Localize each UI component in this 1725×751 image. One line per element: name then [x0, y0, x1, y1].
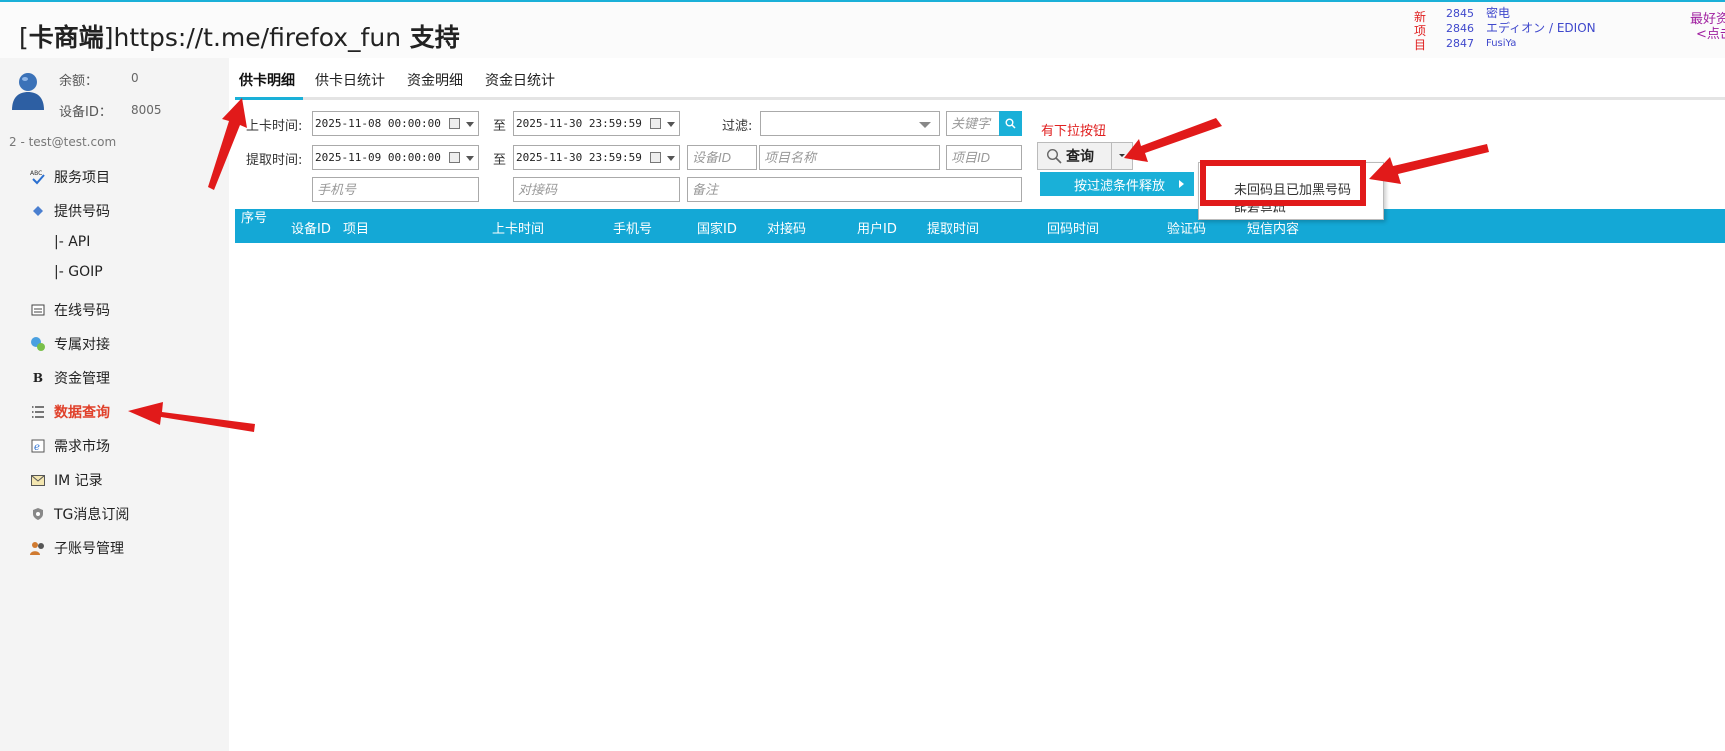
- tab-card-daily-stats[interactable]: 供卡日统计: [315, 70, 385, 90]
- project-name-input[interactable]: [759, 145, 940, 170]
- query-button[interactable]: 查询: [1038, 143, 1113, 169]
- dock-code-input[interactable]: [513, 177, 680, 202]
- column-header[interactable]: 用户ID: [857, 218, 897, 237]
- column-header[interactable]: 提取时间: [927, 218, 979, 237]
- calendar-icon[interactable]: [650, 152, 661, 163]
- brand-name: 卡商端: [28, 23, 104, 52]
- window-icon: [30, 302, 46, 318]
- tab-fund-daily-stats[interactable]: 资金日统计: [485, 70, 555, 90]
- device-label: 设备ID：: [59, 105, 112, 120]
- chevron-down-icon[interactable]: [466, 122, 474, 127]
- filter-select[interactable]: [760, 111, 940, 136]
- upload-time-from-input[interactable]: 2025-11-08 00:00:00: [312, 111, 479, 136]
- page-header: [卡商端]https://t.me/firefox_fun 支持 新项目 284…: [0, 2, 1725, 58]
- site-title: [卡商端]https://t.me/firefox_fun 支持: [19, 23, 460, 52]
- sidebar-item-demand-market[interactable]: e 需求市场: [30, 434, 110, 458]
- balance-value: 0: [131, 71, 139, 85]
- highlight-box-annotation: [1200, 160, 1366, 206]
- search-icon: [1046, 148, 1062, 164]
- tab-bar: 供卡明细 供卡日统计 资金明细 资金日统计: [235, 58, 1725, 100]
- new-project-item[interactable]: 2847 FusiYa: [1446, 36, 1596, 51]
- dropdown-annotation-note: 有下拉按钮: [1041, 124, 1107, 139]
- column-header[interactable]: 设备ID: [291, 218, 331, 237]
- sidebar-item-tg-subscription[interactable]: TG消息订阅: [30, 502, 129, 526]
- chevron-down-icon[interactable]: [466, 156, 474, 161]
- ie-icon: e: [30, 438, 46, 454]
- right-promo-note[interactable]: 最好资 <点击: [1690, 12, 1725, 42]
- chevron-down-icon[interactable]: [667, 122, 675, 127]
- column-header[interactable]: 手机号: [613, 218, 652, 237]
- search-icon: [1005, 118, 1016, 129]
- fetch-time-from-input[interactable]: 2025-11-09 00:00:00: [312, 145, 479, 170]
- column-header[interactable]: 回码时间: [1047, 218, 1099, 237]
- column-header[interactable]: 验证码: [1167, 218, 1206, 237]
- phone-input[interactable]: [312, 177, 479, 202]
- column-header[interactable]: 序号: [241, 212, 267, 225]
- calendar-icon[interactable]: [449, 118, 460, 129]
- query-split-button[interactable]: 查询: [1037, 142, 1133, 170]
- data-grid-header: 序号 设备ID 项目 上卡时间 手机号 国家ID 对接码 用户ID 提取时间 回…: [235, 209, 1725, 243]
- envelope-icon: [30, 472, 46, 488]
- filter-label: 过滤:: [722, 119, 753, 134]
- keyword-search-button[interactable]: [999, 111, 1022, 136]
- device-value: 8005: [131, 103, 162, 117]
- sidebar-item-online-numbers[interactable]: 在线号码: [30, 298, 110, 322]
- account-email: 2 - test@test.com: [9, 135, 117, 149]
- tab-card-detail[interactable]: 供卡明细: [239, 70, 295, 90]
- users-icon: [30, 540, 46, 556]
- arrow-annotation: [1124, 118, 1222, 162]
- new-project-item[interactable]: 2846 エディオン / EDION: [1446, 21, 1596, 36]
- list-icon: [30, 404, 46, 420]
- sidebar-item-service-projects[interactable]: ABC 服务项目: [30, 165, 110, 189]
- fetch-time-label: 提取时间:: [246, 153, 303, 168]
- arrow-annotation: [1369, 144, 1489, 184]
- query-dropdown-toggle[interactable]: [1112, 143, 1132, 169]
- sidebar-item-api[interactable]: |- API: [54, 234, 90, 250]
- chevron-right-icon: [1179, 180, 1184, 188]
- new-projects-label: 新项目: [1414, 10, 1427, 52]
- chevron-down-icon: [919, 122, 931, 128]
- to-label: 至: [493, 153, 507, 168]
- device-id-input[interactable]: [687, 145, 757, 170]
- sidebar-item-exclusive-dock[interactable]: 专属对接: [30, 332, 110, 356]
- sidebar-item-data-query[interactable]: 数据查询: [30, 400, 110, 424]
- sidebar-item-fund-management[interactable]: B 资金管理: [30, 366, 110, 390]
- shield-icon: [30, 506, 46, 522]
- sidebar-item-provide-numbers[interactable]: 提供号码: [30, 199, 110, 223]
- globe-people-icon: [30, 336, 46, 352]
- column-header[interactable]: 上卡时间: [492, 218, 544, 237]
- to-label: 至: [493, 119, 507, 134]
- new-project-item[interactable]: 2845 密电: [1446, 6, 1596, 21]
- calendar-icon[interactable]: [449, 152, 460, 163]
- bold-b-icon: B: [32, 371, 44, 385]
- active-tab-indicator: [235, 97, 303, 100]
- balance-label: 余额：: [59, 74, 99, 89]
- sidebar-item-sub-accounts[interactable]: 子账号管理: [30, 536, 124, 560]
- query-menu-release-by-filter[interactable]: 按过滤条件释放: [1040, 172, 1194, 196]
- sidebar: 余额： 0 设备ID： 8005 2 - test@test.com ABC 服…: [0, 58, 229, 751]
- remark-input[interactable]: [687, 177, 1022, 202]
- avatar-icon: [12, 73, 44, 110]
- column-header[interactable]: 国家ID: [697, 218, 737, 237]
- calendar-icon[interactable]: [650, 118, 661, 129]
- chevron-down-icon[interactable]: [667, 156, 675, 161]
- svg-text:e: e: [34, 442, 40, 453]
- fetch-time-to-input[interactable]: 2025-11-30 23:59:59: [513, 145, 680, 170]
- upload-time-label: 上卡时间:: [246, 119, 303, 134]
- svg-text:ABC: ABC: [30, 170, 42, 177]
- sidebar-item-goip[interactable]: |- GOIP: [54, 264, 103, 280]
- sidebar-item-im-records[interactable]: IM 记录: [30, 468, 103, 492]
- diamond-icon: [30, 203, 46, 219]
- project-id-input[interactable]: [946, 145, 1022, 170]
- support-url[interactable]: https://t.me/firefox_fun: [114, 23, 402, 52]
- new-projects-list: 2845 密电 2846 エディオン / EDION 2847 FusiYa: [1446, 6, 1596, 51]
- column-header[interactable]: 对接码: [767, 218, 806, 237]
- column-header[interactable]: 短信内容: [1247, 218, 1299, 237]
- chevron-down-icon: [1119, 154, 1126, 157]
- column-header[interactable]: 项目: [343, 218, 369, 237]
- keyword-input[interactable]: [946, 111, 1000, 136]
- upload-time-to-input[interactable]: 2025-11-30 23:59:59: [513, 111, 680, 136]
- tab-fund-detail[interactable]: 资金明细: [407, 70, 463, 90]
- abc-check-icon: ABC: [30, 169, 46, 185]
